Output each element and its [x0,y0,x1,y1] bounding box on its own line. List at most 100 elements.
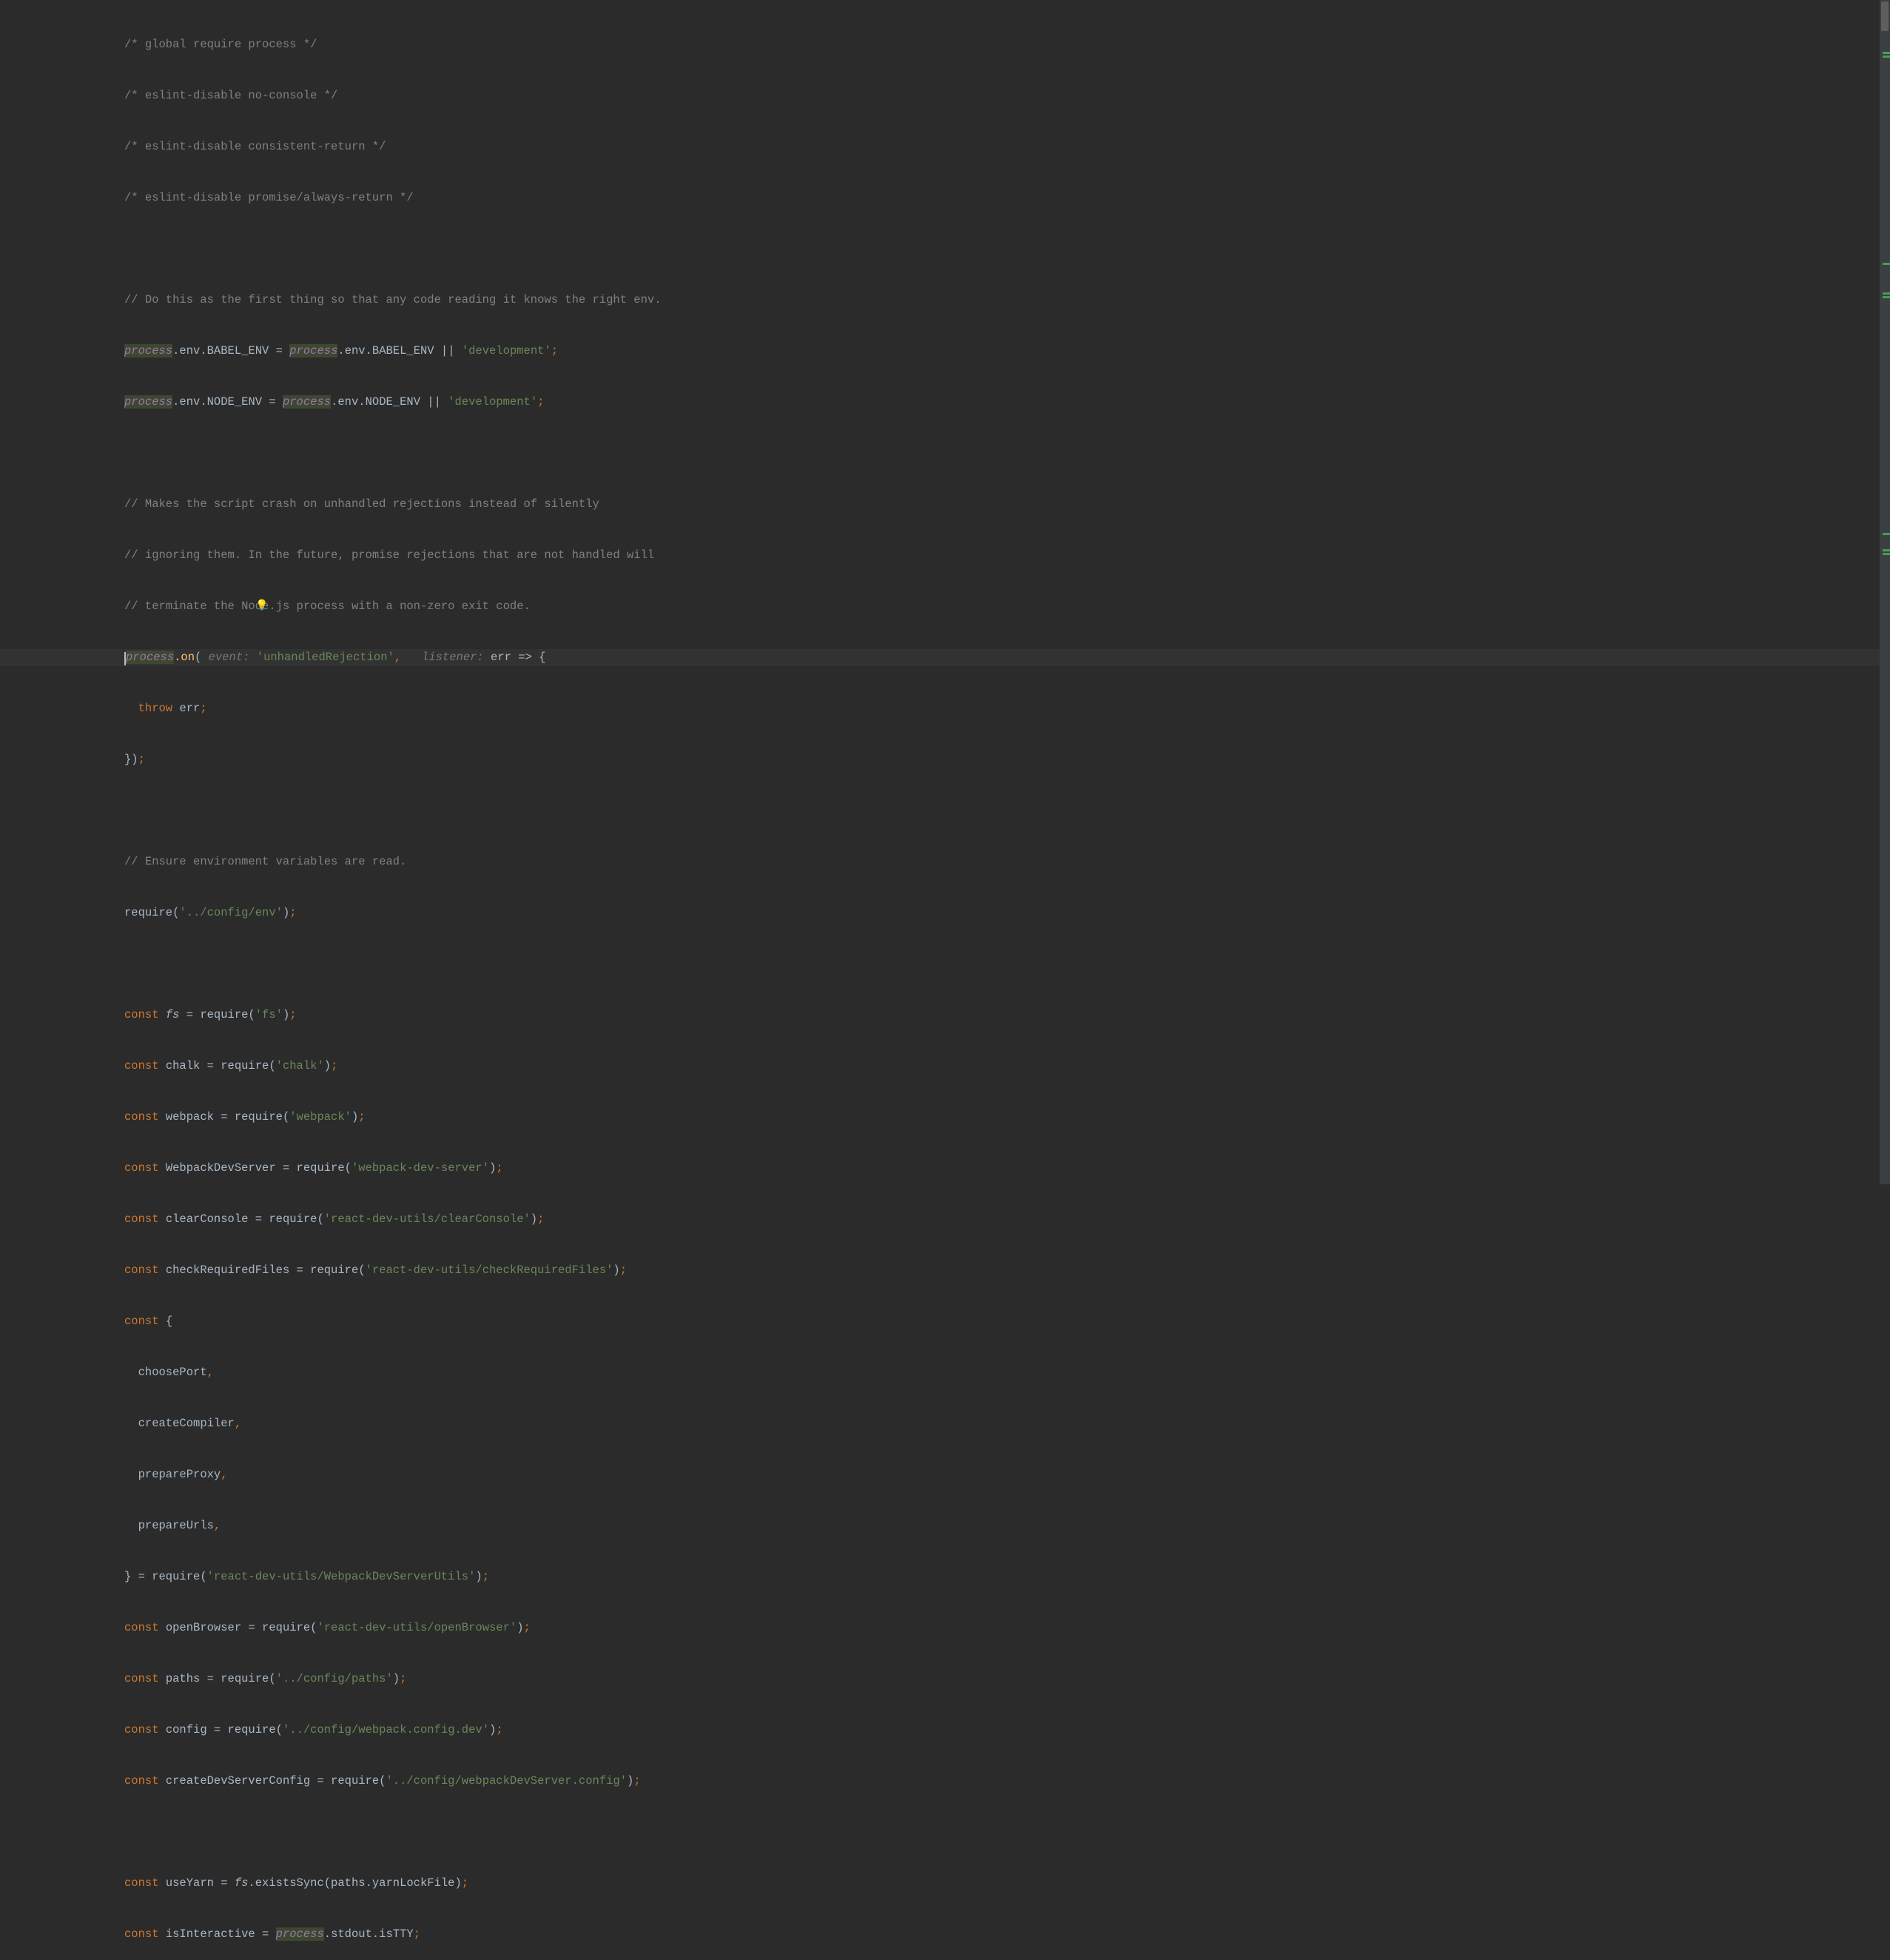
code-line[interactable] [124,802,1890,819]
semicolon: ; [524,1621,531,1634]
string-literal: 'development' [462,344,551,358]
string-literal: 'webpack' [289,1110,352,1124]
code-line[interactable] [124,241,1890,258]
code-line[interactable]: /* global require process */ [124,36,1890,53]
code-line[interactable]: // Do this as the first thing so that an… [124,292,1890,309]
scrollbar-track[interactable] [1880,0,1890,1184]
gutter-marker[interactable] [1883,553,1890,555]
string-literal: '../config/webpackDevServer.config' [386,1774,627,1788]
comma: , [207,1366,214,1379]
gutter-marker[interactable] [1883,296,1890,298]
scrollbar-thumb[interactable] [1881,1,1889,31]
code-line[interactable]: const webpack = require('webpack'); [124,1109,1890,1126]
close-paren: ) [489,1161,496,1175]
code-line[interactable]: const config = require('../config/webpac… [124,1722,1890,1739]
close-paren: ) [352,1110,358,1124]
code-line[interactable]: prepareUrls, [124,1517,1890,1534]
keyword-const: const [124,1263,166,1277]
code-line[interactable]: const checkRequiredFiles = require('reac… [124,1262,1890,1279]
close-paren: ) [517,1621,523,1634]
close-paren: ) [283,906,289,919]
close-paren: ) [475,1570,482,1583]
code-line[interactable]: // ignoring them. In the future, promise… [124,547,1890,564]
code-line[interactable]: process.env.NODE_ENV = process.env.NODE_… [124,394,1890,411]
code-line[interactable] [124,445,1890,462]
comment-text: /* eslint-disable promise/always-return … [124,191,414,204]
code-line[interactable]: const { [124,1313,1890,1330]
comment-text: /* eslint-disable consistent-return */ [124,140,386,153]
code-text: WebpackDevServer = require( [166,1161,352,1175]
keyword-const: const [124,1059,166,1073]
gutter-marker[interactable] [1883,263,1890,265]
code-line[interactable]: createCompiler, [124,1415,1890,1432]
process-identifier: process [276,1927,324,1941]
code-line[interactable]: const openBrowser = require('react-dev-u… [124,1620,1890,1637]
code-line[interactable]: process.env.BABEL_ENV = process.env.BABE… [124,343,1890,360]
code-text: openBrowser = require( [166,1621,317,1634]
code-line[interactable]: const fs = require('fs'); [124,1007,1890,1024]
string-literal: 'chalk' [276,1059,324,1073]
code-line[interactable]: /* eslint-disable no-console */ [124,87,1890,104]
code-line[interactable]: } = require('react-dev-utils/WebpackDevS… [124,1568,1890,1585]
lightbulb-icon[interactable]: 💡 [255,598,268,615]
semicolon: ; [496,1161,502,1175]
identifier: prepareUrls [124,1519,214,1532]
code-line[interactable]: prepareProxy, [124,1466,1890,1483]
gutter-marker[interactable] [1883,549,1890,551]
close-paren: ) [627,1774,633,1788]
keyword-const: const [124,1927,166,1941]
identifier: choosePort [124,1366,207,1379]
comma: , [235,1417,241,1430]
code-text: .env.BABEL_ENV = [172,344,289,358]
code-line[interactable]: //💡 terminate the Node.js process with a… [124,598,1890,615]
gutter-marker[interactable] [1883,292,1890,295]
identifier-fs: fs [166,1008,180,1021]
code-line[interactable]: const isInteractive = process.stdout.isT… [124,1926,1890,1943]
string-literal: 'react-dev-utils/clearConsole' [324,1212,531,1226]
code-line[interactable]: const paths = require('../config/paths')… [124,1671,1890,1688]
code-line[interactable]: throw err; [124,700,1890,717]
process-identifier: process [283,395,331,409]
text-cursor [124,652,126,665]
semicolon: ; [462,1876,468,1890]
code-line[interactable]: // Makes the script crash on unhandled r… [124,496,1890,513]
keyword-const: const [124,1621,166,1634]
code-line-active[interactable]: process.on( event: 'unhandledRejection',… [0,649,1890,666]
close-paren: ) [531,1212,537,1226]
code-line[interactable]: // Ensure environment variables are read… [124,853,1890,870]
code-line[interactable]: const useYarn = fs.existsSync(paths.yarn… [124,1875,1890,1892]
code-line[interactable]: }); [124,751,1890,768]
code-editor[interactable]: /* global require process */ /* eslint-d… [0,0,1890,1960]
code-line[interactable]: /* eslint-disable consistent-return */ [124,138,1890,155]
semicolon: ; [496,1723,502,1736]
semicolon: ; [482,1570,489,1583]
comment-text: // Ensure environment variables are read… [124,855,406,868]
comment-text: // Do this as the first thing so that an… [124,293,662,306]
code-line[interactable]: require('../config/env'); [124,905,1890,922]
comment-text: /* eslint-disable no-console */ [124,89,337,102]
code-line[interactable]: /* eslint-disable promise/always-return … [124,189,1890,207]
code-line[interactable]: const createDevServerConfig = require('.… [124,1773,1890,1790]
code-line[interactable]: const chalk = require('chalk'); [124,1058,1890,1075]
keyword-const: const [124,1110,166,1124]
keyword-throw: throw [124,702,179,715]
parameter-hint: listener: [422,651,491,664]
keyword-const: const [124,1876,166,1890]
code-text: .env.NODE_ENV = [172,395,283,409]
string-literal: 'webpack-dev-server' [352,1161,489,1175]
code-line[interactable] [124,956,1890,973]
semicolon: ; [331,1059,337,1073]
keyword-const: const [124,1212,166,1226]
method-call: .on [174,651,195,664]
close-brace: }) [124,753,138,766]
close-paren: ) [613,1263,619,1277]
gutter-marker[interactable] [1883,533,1890,535]
code-line[interactable]: choosePort, [124,1364,1890,1381]
code-line[interactable] [124,1824,1890,1841]
gutter-marker[interactable] [1883,56,1890,58]
code-line[interactable]: const WebpackDevServer = require('webpac… [124,1160,1890,1177]
code-text: useYarn = [166,1876,235,1890]
gutter-marker[interactable] [1883,52,1890,54]
code-line[interactable]: const clearConsole = require('react-dev-… [124,1211,1890,1228]
code-text: .env.NODE_ENV || [331,395,448,409]
